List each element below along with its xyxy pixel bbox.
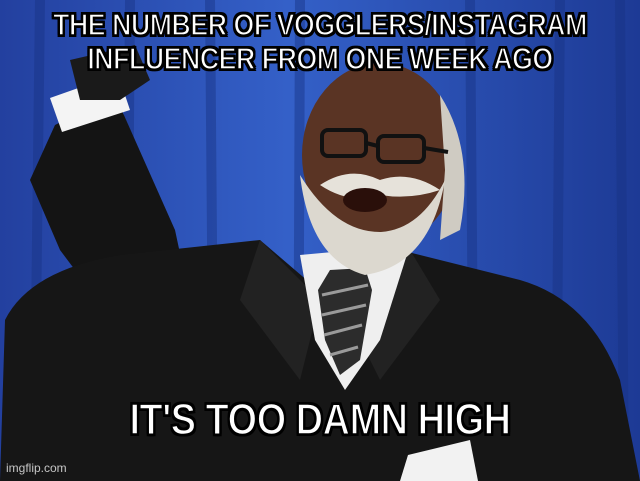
top-caption-line-1: THE NUMBER OF VOGGLERS/INSTAGRAM <box>52 7 587 43</box>
open-mouth <box>343 188 387 212</box>
top-caption: THE NUMBER OF VOGGLERS/INSTAGRAM INFLUEN… <box>45 7 595 77</box>
imgflip-watermark: imgflip.com <box>6 461 67 475</box>
meme-image: THE NUMBER OF VOGGLERS/INSTAGRAM INFLUEN… <box>0 0 640 481</box>
top-caption-line-2: INFLUENCER FROM ONE WEEK AGO <box>87 41 554 77</box>
bottom-caption: IT'S TOO DAMN HIGH <box>129 395 512 445</box>
